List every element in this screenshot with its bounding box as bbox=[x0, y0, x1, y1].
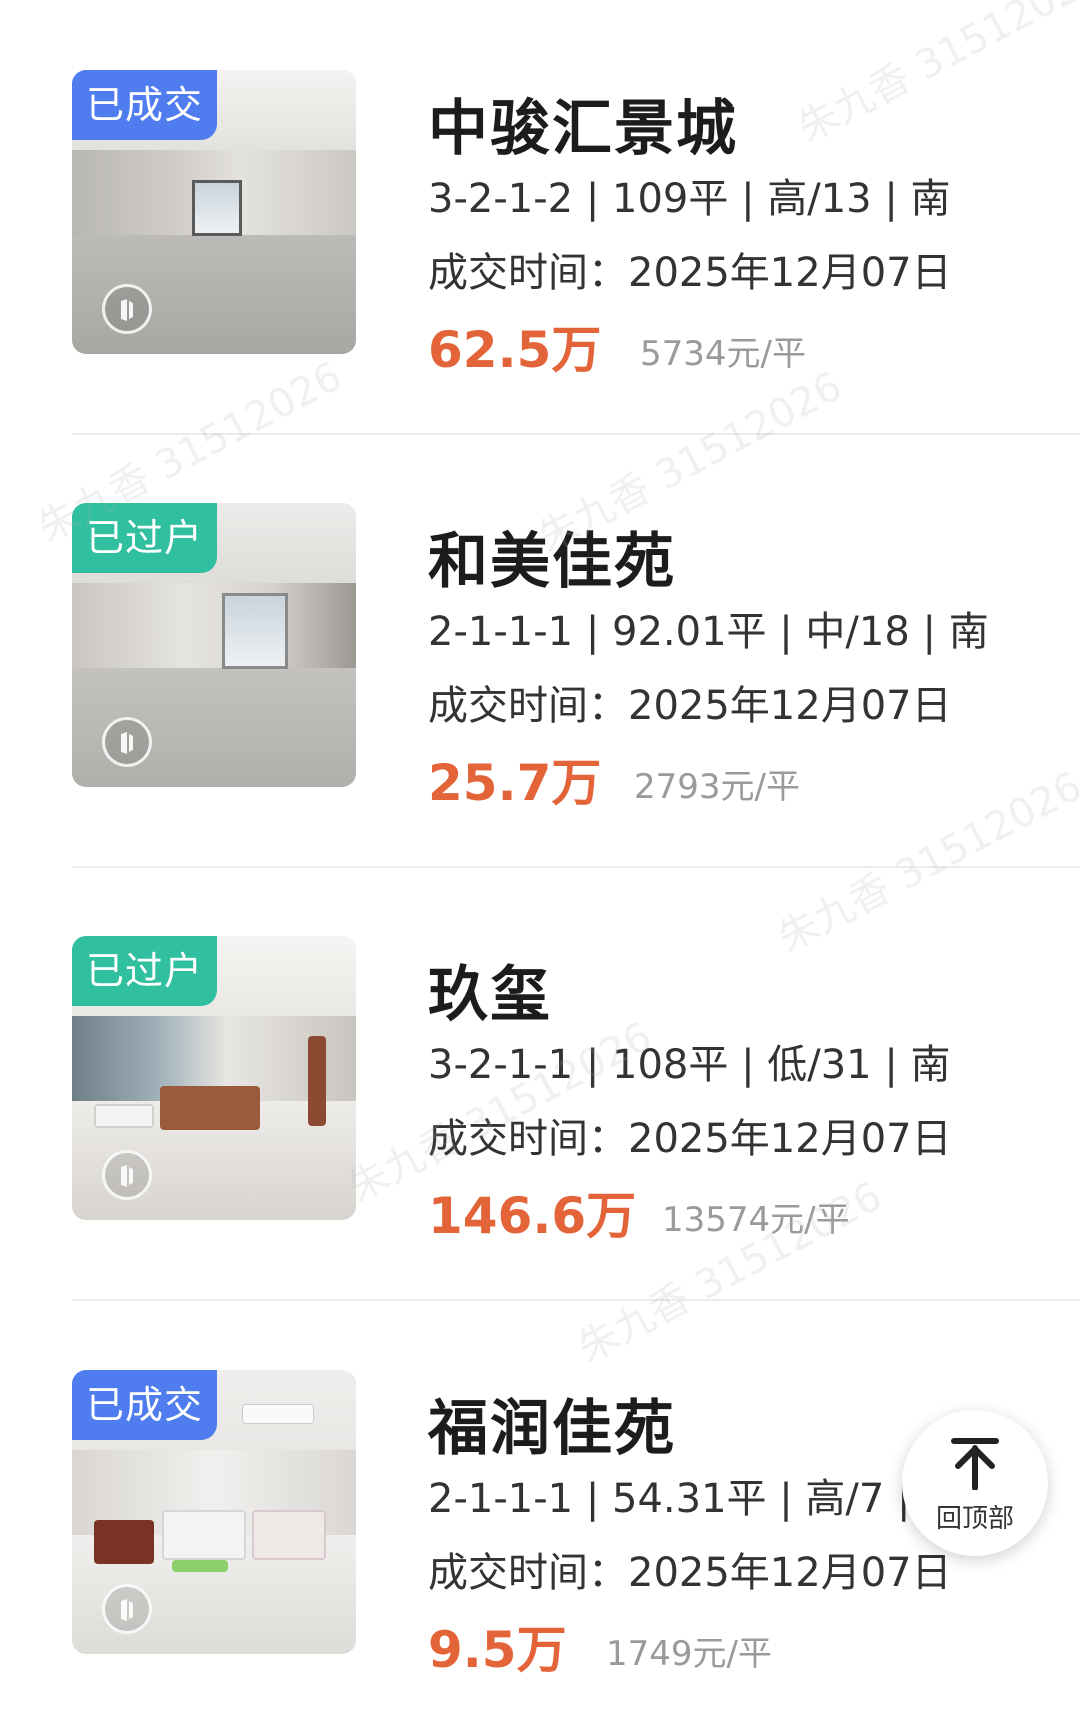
total-price: 9.5万 bbox=[428, 1621, 567, 1679]
community-name[interactable]: 玖玺 bbox=[428, 946, 552, 1033]
unit-price: 5734元/平 bbox=[640, 334, 806, 374]
community-name[interactable]: 中骏汇景城 bbox=[428, 80, 738, 167]
vr-360-icon[interactable] bbox=[102, 1150, 152, 1200]
status-badge: 已成交 bbox=[72, 70, 218, 140]
listing-photo[interactable]: 已成交 bbox=[72, 70, 356, 354]
deal-time: 成交时间：2025年12月07日 bbox=[428, 683, 952, 729]
vr-360-icon[interactable] bbox=[102, 284, 152, 334]
total-price: 25.7万 bbox=[428, 754, 602, 812]
deal-time: 成交时间：2025年12月07日 bbox=[428, 1116, 952, 1162]
listing-specs: 3-2-1-1 | 108平 | 低/31 | 南 bbox=[428, 1042, 951, 1088]
listing-photo[interactable]: 已成交 bbox=[72, 1370, 356, 1654]
listing-photo[interactable]: 已过户 bbox=[72, 936, 356, 1220]
deal-time: 成交时间：2025年12月07日 bbox=[428, 1550, 952, 1596]
back-to-top-label: 回顶部 bbox=[935, 1504, 1014, 1534]
listing-card[interactable]: 已过户 玖玺 3-2-1-1 | 108平 | 低/31 | 南 成交时间：20… bbox=[0, 866, 1080, 1301]
listing-specs: 2-1-1-1 | 92.01平 | 中/18 | 南 bbox=[428, 609, 989, 655]
total-price: 62.5万 bbox=[428, 321, 602, 379]
status-badge: 已过户 bbox=[72, 503, 218, 573]
unit-price: 2793元/平 bbox=[634, 767, 800, 807]
community-name[interactable]: 福润佳苑 bbox=[428, 1380, 676, 1467]
unit-price: 1749元/平 bbox=[606, 1634, 772, 1674]
deal-time: 成交时间：2025年12月07日 bbox=[428, 250, 952, 296]
vr-360-icon[interactable] bbox=[102, 717, 152, 767]
listing-card[interactable]: 已过户 和美佳苑 2-1-1-1 | 92.01平 | 中/18 | 南 成交时… bbox=[0, 433, 1080, 868]
community-name[interactable]: 和美佳苑 bbox=[428, 513, 676, 600]
listing-card[interactable]: 已成交 中骏汇景城 3-2-1-2 | 109平 | 高/13 | 南 成交时间… bbox=[0, 0, 1080, 435]
status-badge: 已成交 bbox=[72, 1370, 218, 1440]
unit-price: 13574元/平 bbox=[662, 1200, 850, 1240]
back-to-top-button[interactable]: 回顶部 bbox=[902, 1410, 1048, 1556]
listing-photo[interactable]: 已过户 bbox=[72, 503, 356, 787]
listing-specs: 3-2-1-2 | 109平 | 高/13 | 南 bbox=[428, 176, 951, 222]
status-badge: 已过户 bbox=[72, 936, 218, 1006]
vr-360-icon[interactable] bbox=[102, 1584, 152, 1634]
listing-specs: 2-1-1-1 | 54.31平 | 高/7 | 南 bbox=[428, 1476, 964, 1522]
arrow-up-icon bbox=[951, 1438, 999, 1490]
total-price: 146.6万 bbox=[428, 1187, 637, 1245]
